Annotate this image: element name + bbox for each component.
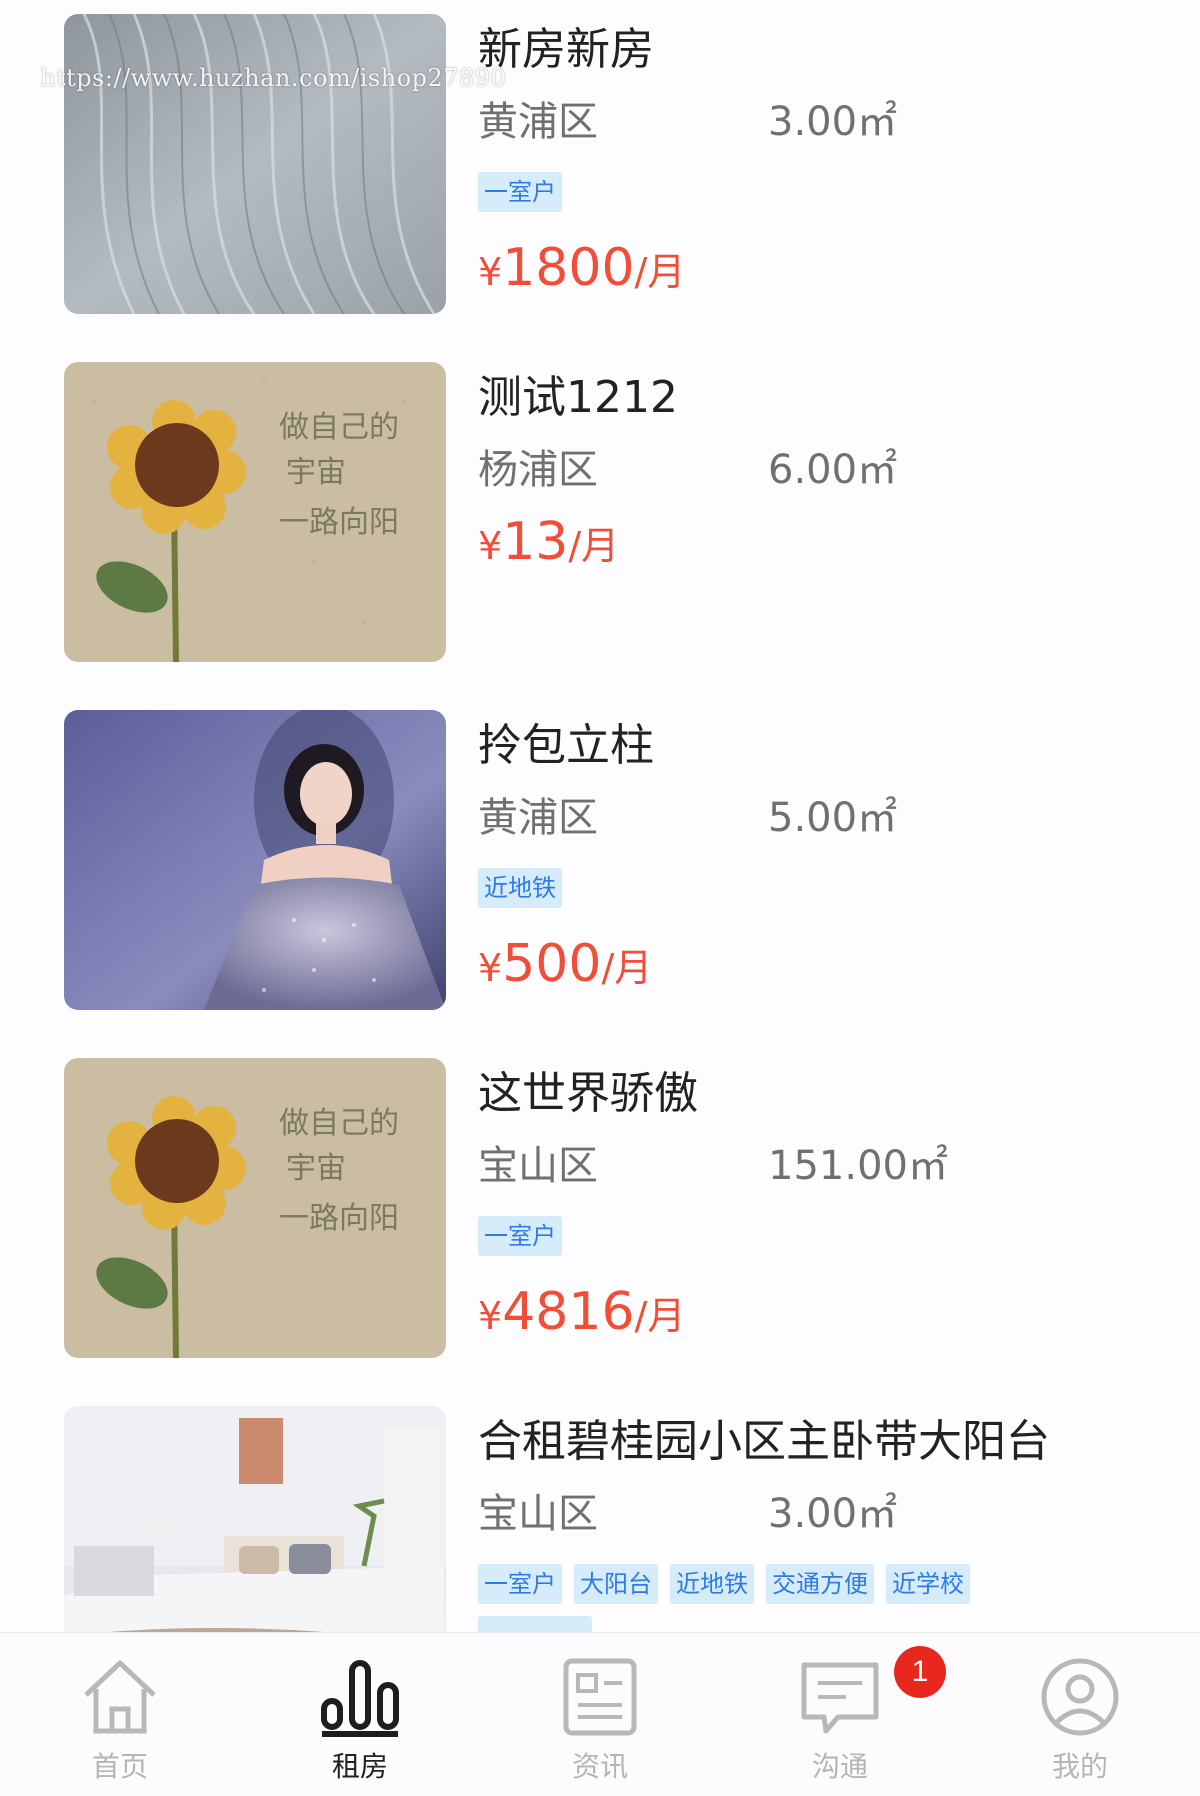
price-unit: /月 [634,1294,686,1338]
listing-district: 宝山区 [478,1491,598,1537]
listing-tags: 一室户 [478,1216,574,1256]
svg-text:一路向阳: 一路向阳 [279,1201,399,1236]
chat-unread-badge: 1 [894,1646,946,1698]
listing-district: 宝山区 [478,1143,598,1189]
listing-title: 拎包立柱 [478,720,654,771]
tab-home[interactable]: 首页 [0,1633,240,1796]
chat-icon [801,1662,879,1734]
user-icon [1041,1658,1119,1736]
bar-chart-icon [321,1660,399,1737]
tab-news-label: 资讯 [571,1750,628,1783]
tab-me[interactable]: 我的 [960,1633,1200,1796]
listing-card[interactable]: 做自己的 宇宙 一路向阳 这世界骄傲 宝山区 151.00㎡ 一室户 ¥4816… [64,1058,1144,1360]
tab-rent-label: 租房 [331,1750,388,1783]
listing-tags: 一室户 [478,172,574,212]
listing-title: 这世界骄傲 [478,1068,698,1119]
listing-card[interactable]: 做自己的 宇宙 一路向阳 测试1212 杨浦区 6.00㎡ ¥13/月 [64,362,1144,664]
listing-list[interactable]: 新房新房 黄浦区 3.00㎡ 一室户 ¥1800/月 做自己的 宇宙 一路向阳 … [0,0,1200,1632]
gray-fabric-image [64,14,446,314]
price-value: 500 [502,934,602,994]
sunflower-image: 做自己的 宇宙 一路向阳 [64,362,446,662]
tab-news[interactable]: 资讯 [480,1633,720,1796]
listing-tag: 近地铁 [478,868,562,908]
tab-home-label: 首页 [91,1750,148,1783]
price-symbol: ¥ [478,946,503,990]
listing-tag-partial [478,1616,592,1632]
tab-me-label: 我的 [1051,1750,1108,1783]
price-value: 1800 [502,238,635,298]
listing-tag: 近学校 [886,1564,970,1604]
svg-text:做自己的: 做自己的 [279,1106,399,1141]
listing-price: ¥500/月 [478,934,652,994]
home-icon [84,1660,156,1734]
listing-image-sunflower[interactable]: 做自己的 宇宙 一路向阳 [64,1058,446,1358]
listing-image-woman-portrait[interactable] [64,710,446,1010]
price-unit: /月 [568,524,620,568]
bedroom-image [64,1406,446,1632]
listing-tag: 一室户 [478,172,562,212]
listing-title: 测试1212 [478,372,678,423]
price-symbol: ¥ [478,1294,503,1338]
watermark: https://www.huzhan.com/ishop27890 [40,64,507,92]
listing-district: 杨浦区 [478,447,598,493]
listing-area: 3.00㎡ [768,99,898,145]
portrait-image [64,710,446,1010]
listing-price: ¥4816/月 [478,1282,685,1342]
listing-area: 5.00㎡ [768,795,898,841]
news-icon [563,1658,637,1736]
listing-tag: 近地铁 [670,1564,754,1604]
listing-card[interactable]: 拎包立柱 黄浦区 5.00㎡ 近地铁 ¥500/月 [64,710,1144,1012]
listing-area: 3.00㎡ [768,1491,898,1537]
listing-area: 151.00㎡ [768,1143,948,1189]
price-value: 13 [502,512,569,572]
price-symbol: ¥ [478,524,503,568]
tab-chat-label: 沟通 [811,1750,868,1783]
listing-image-sunflower[interactable]: 做自己的 宇宙 一路向阳 [64,362,446,662]
bottom-tab-bar: 首页 租房 资讯 沟通 我的 [0,1632,1200,1796]
listing-image-gray-fabric[interactable] [64,14,446,314]
listing-tag: 一室户 [478,1216,562,1256]
svg-text:宇宙: 宇宙 [286,1151,346,1186]
listing-price: ¥1800/月 [478,238,685,298]
listing-tag: 一室户 [478,1564,562,1604]
listing-card[interactable]: 合租碧桂园小区主卧带大阳台 宝山区 3.00㎡ 一室户 大阳台 近地铁 交通方便 近学校 [64,1406,1144,1632]
svg-text:宇宙: 宇宙 [286,455,346,490]
listing-district: 黄浦区 [478,795,598,841]
listing-tags: 一室户 大阳台 近地铁 交通方便 近学校 [478,1564,982,1604]
listing-district: 黄浦区 [478,99,598,145]
listing-price: ¥13/月 [478,512,619,572]
price-unit: /月 [601,946,653,990]
sunflower-image: 做自己的 宇宙 一路向阳 [64,1058,446,1358]
price-unit: /月 [634,250,686,294]
svg-text:做自己的: 做自己的 [279,410,399,445]
svg-text:一路向阳: 一路向阳 [279,505,399,540]
listing-area: 6.00㎡ [768,447,898,493]
price-symbol: ¥ [478,250,503,294]
listing-tag: 大阳台 [574,1564,658,1604]
listing-tags: 近地铁 [478,868,574,908]
listing-image-bedroom[interactable] [64,1406,446,1632]
app-screen: 新房新房 黄浦区 3.00㎡ 一室户 ¥1800/月 做自己的 宇宙 一路向阳 … [0,0,1200,1796]
tab-rent[interactable]: 租房 [240,1633,480,1796]
listing-tag: 交通方便 [766,1564,874,1604]
listing-title: 合租碧桂园小区主卧带大阳台 [478,1416,1050,1467]
listing-card[interactable]: 新房新房 黄浦区 3.00㎡ 一室户 ¥1800/月 [64,14,1144,316]
price-value: 4816 [502,1282,635,1342]
